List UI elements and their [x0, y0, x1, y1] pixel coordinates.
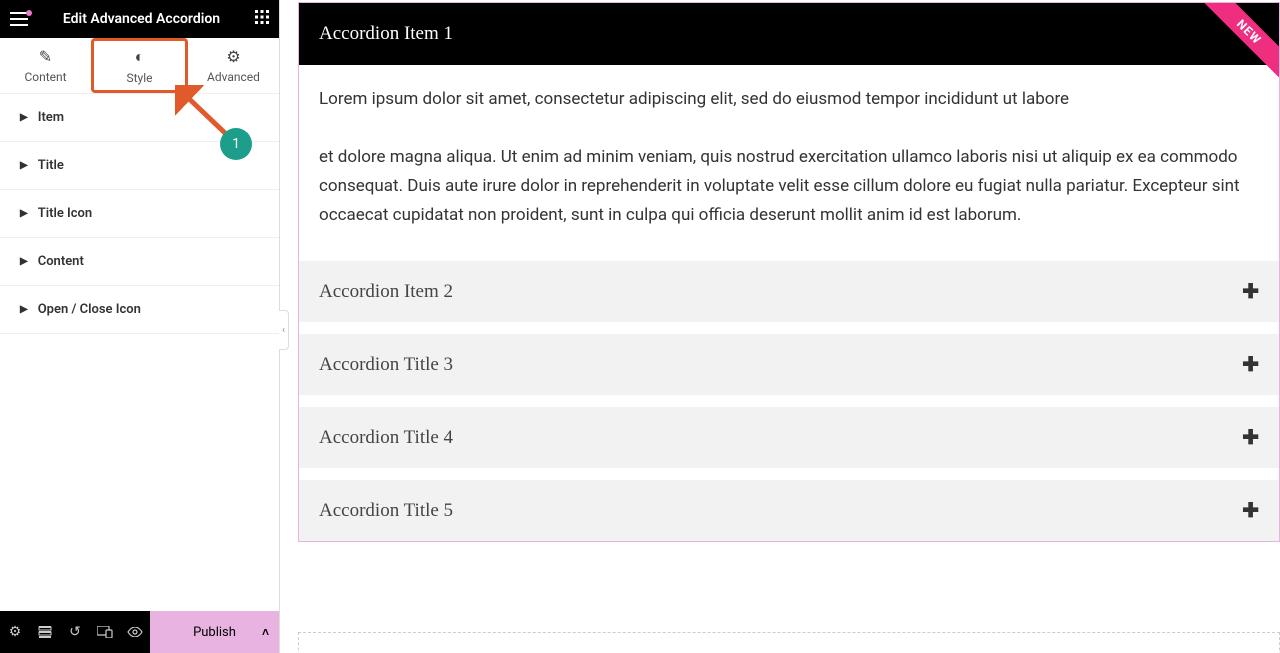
section-label: Item [38, 110, 64, 125]
plus-icon[interactable]: ✚ [1242, 498, 1259, 523]
publish-label: Publish [193, 625, 236, 640]
accordion-item-header[interactable]: Accordion Title 4 ✚ [299, 407, 1279, 468]
section-title-icon[interactable]: ▶ Title Icon [0, 190, 279, 238]
section-label: Content [38, 254, 84, 269]
caret-right-icon: ▶ [20, 256, 28, 267]
section-label: Title [38, 158, 64, 173]
new-ribbon: NEW [1199, 3, 1279, 83]
accordion-item-content: Lorem ipsum dolor sit amet, consectetur … [299, 65, 1279, 249]
panel-title: Edit Advanced Accordion [63, 11, 220, 27]
accordion-paragraph: et dolore magna aliqua. Ut enim ad minim… [319, 143, 1259, 230]
section-open-close-icon[interactable]: ▶ Open / Close Icon [0, 286, 279, 334]
section-title[interactable]: ▶ Title [0, 142, 279, 190]
publish-button[interactable]: Publish ˄ [150, 611, 279, 653]
sidebar-header: Edit Advanced Accordion [0, 0, 279, 38]
style-sections: ▶ Item ▶ Title ▶ Title Icon ▶ Content ▶ Open … [0, 94, 279, 611]
section-item[interactable]: ▶ Item [0, 94, 279, 142]
accordion-item-header[interactable]: Accordion Title 5 ✚ [299, 480, 1279, 541]
tab-content[interactable]: ✎ Content [0, 38, 91, 93]
plus-icon[interactable]: ✚ [1242, 352, 1259, 377]
preview-canvas: NEW Accordion Item 1 − Lorem ipsum dolor… [280, 0, 1280, 653]
apps-icon[interactable] [255, 10, 269, 28]
editor-tabs: ✎ Content ◐ Style ⚙ Advanced [0, 38, 279, 94]
add-section-dropzone[interactable]: + ✦ ☻ [298, 632, 1280, 653]
responsive-icon[interactable] [90, 611, 120, 653]
accordion-title: Accordion Title 4 [319, 427, 453, 449]
accordion-item-header[interactable]: Accordion Item 2 ✚ [299, 261, 1279, 322]
collapse-sidebar-handle[interactable]: ‹ [279, 310, 289, 350]
caret-right-icon: ▶ [20, 208, 28, 219]
settings-icon[interactable]: ⚙ [0, 611, 30, 653]
tab-style[interactable]: ◐ Style [91, 38, 188, 93]
gear-icon: ⚙ [226, 47, 240, 66]
footer-tools: ⚙ ↺ [0, 611, 150, 653]
accordion-title: Accordion Item 2 [319, 281, 453, 303]
contrast-icon: ◐ [135, 47, 145, 67]
section-label: Open / Close Icon [38, 302, 141, 317]
tab-label: Style [126, 71, 152, 85]
section-label: Title Icon [38, 206, 92, 221]
plus-icon[interactable]: ✚ [1242, 425, 1259, 450]
history-icon[interactable]: ↺ [60, 611, 90, 653]
caret-right-icon: ▶ [20, 304, 28, 315]
sidebar-footer: ⚙ ↺ Publish ˄ [0, 611, 279, 653]
hamburger-icon[interactable] [10, 12, 28, 26]
accordion-title: Accordion Title 5 [319, 500, 453, 522]
accordion-paragraph: Lorem ipsum dolor sit amet, consectetur … [319, 85, 1259, 114]
tab-label: Content [24, 70, 66, 84]
chevron-up-icon[interactable]: ˄ [262, 625, 269, 639]
accordion-title: Accordion Item 1 [319, 23, 453, 45]
preview-icon[interactable] [120, 611, 150, 653]
plus-icon[interactable]: ✚ [1242, 279, 1259, 304]
tab-label: Advanced [207, 70, 260, 84]
tab-advanced[interactable]: ⚙ Advanced [188, 38, 279, 93]
navigator-icon[interactable] [30, 611, 60, 653]
accordion-title: Accordion Title 3 [319, 354, 453, 376]
caret-right-icon: ▶ [20, 112, 28, 123]
pencil-icon: ✎ [39, 47, 52, 66]
caret-right-icon: ▶ [20, 160, 28, 171]
notification-dot [26, 10, 32, 16]
editor-sidebar: Edit Advanced Accordion ✎ Content ◐ Styl… [0, 0, 280, 653]
accordion-item-header[interactable]: Accordion Item 1 − [299, 3, 1279, 65]
accordion-widget[interactable]: NEW Accordion Item 1 − Lorem ipsum dolor… [298, 2, 1280, 542]
accordion-item-header[interactable]: Accordion Title 3 ✚ [299, 334, 1279, 395]
section-content[interactable]: ▶ Content [0, 238, 279, 286]
